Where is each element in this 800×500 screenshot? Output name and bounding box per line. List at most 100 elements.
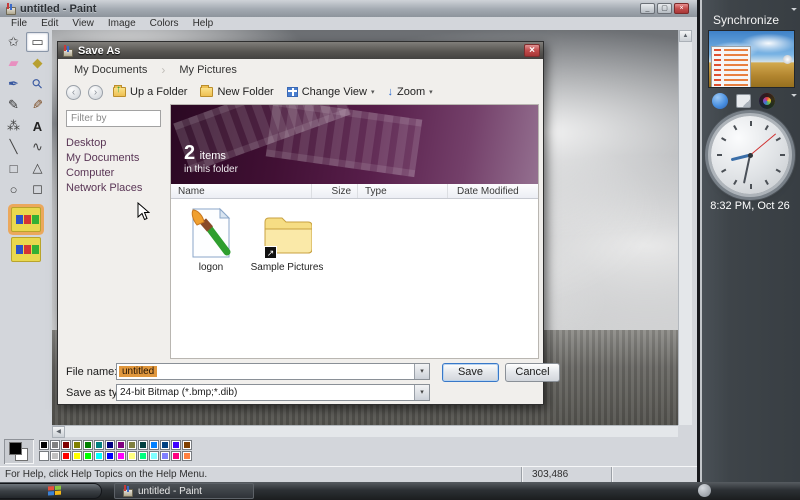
zoom-dropdown-icon[interactable]: ▾ bbox=[429, 88, 433, 96]
tool-option-2[interactable] bbox=[11, 237, 41, 262]
dialog-titlebar[interactable]: Save As × bbox=[58, 42, 543, 59]
color-swatch[interactable] bbox=[160, 440, 170, 450]
tool-airbrush-icon[interactable]: ⁂ bbox=[2, 116, 25, 136]
new-folder-button[interactable]: New Folder bbox=[197, 84, 276, 100]
color-swatch[interactable] bbox=[50, 451, 60, 461]
column-size[interactable]: Size bbox=[311, 184, 357, 198]
menu-colors[interactable]: Colors bbox=[143, 18, 186, 29]
color-swatch[interactable] bbox=[61, 451, 71, 461]
thumbnail-nav-button[interactable] bbox=[783, 55, 792, 64]
current-colors-indicator[interactable] bbox=[4, 439, 34, 464]
clock-gadget[interactable] bbox=[707, 112, 793, 198]
column-date-modified[interactable]: Date Modified bbox=[447, 184, 538, 198]
menu-help[interactable]: Help bbox=[186, 18, 221, 29]
place-computer[interactable]: Computer bbox=[66, 167, 142, 179]
save-as-type-dropdown-icon[interactable]: ▾ bbox=[414, 385, 429, 400]
color-swatch[interactable] bbox=[61, 440, 71, 450]
color-swatch[interactable] bbox=[116, 440, 126, 450]
tool-curve-icon[interactable]: ∿ bbox=[26, 137, 49, 157]
menu-file[interactable]: File bbox=[4, 18, 34, 29]
color-swatch[interactable] bbox=[149, 451, 159, 461]
dialog-close-icon[interactable]: × bbox=[524, 44, 540, 57]
tool-color-picker-icon[interactable]: ✒ bbox=[2, 74, 25, 94]
color-swatch[interactable] bbox=[138, 451, 148, 461]
taskbar-window-button[interactable]: untitled - Paint bbox=[114, 483, 254, 499]
paint-titlebar[interactable]: untitled - Paint _ ▢ × bbox=[0, 0, 697, 17]
file-name-combo[interactable]: untitled ▾ bbox=[116, 363, 430, 380]
column-name[interactable]: Name bbox=[171, 184, 311, 198]
tool-ellipse-icon[interactable]: ○ bbox=[2, 179, 25, 199]
up-a-folder-button[interactable]: ↑ Up a Folder bbox=[110, 84, 190, 100]
tool-brush-icon[interactable]: ✎ bbox=[26, 95, 49, 115]
color-swatch[interactable] bbox=[127, 440, 137, 450]
zoom-button[interactable]: ↓ Zoom ▾ bbox=[384, 84, 435, 100]
gadget-expand-icon[interactable] bbox=[791, 5, 797, 11]
gadget-expand-icon[interactable] bbox=[791, 91, 797, 97]
color-swatch[interactable] bbox=[72, 451, 82, 461]
place-desktop[interactable]: Desktop bbox=[66, 137, 142, 149]
filter-input[interactable] bbox=[66, 110, 161, 127]
color-swatch[interactable] bbox=[127, 451, 137, 461]
back-button[interactable]: ‹ bbox=[66, 85, 81, 100]
save-as-type-combo[interactable]: 24-bit Bitmap (*.bmp;*.dib) ▾ bbox=[116, 384, 430, 401]
color-swatch[interactable] bbox=[105, 440, 115, 450]
tool-polygon-icon[interactable]: △ bbox=[26, 158, 49, 178]
window-app-icon[interactable] bbox=[736, 94, 751, 108]
color-disc-app-icon[interactable] bbox=[759, 93, 775, 109]
color-swatch[interactable] bbox=[39, 451, 49, 461]
place-my-documents[interactable]: My Documents bbox=[66, 152, 142, 164]
color-swatch[interactable] bbox=[105, 451, 115, 461]
color-swatch[interactable] bbox=[94, 440, 104, 450]
color-swatch[interactable] bbox=[138, 440, 148, 450]
cancel-button[interactable]: Cancel bbox=[505, 363, 560, 382]
color-swatch[interactable] bbox=[171, 451, 181, 461]
color-swatch[interactable] bbox=[182, 440, 192, 450]
menu-view[interactable]: View bbox=[65, 18, 101, 29]
color-swatch[interactable] bbox=[116, 451, 126, 461]
slideshow-thumbnail[interactable] bbox=[708, 30, 795, 88]
tab-my-pictures[interactable]: My Pictures bbox=[173, 62, 242, 78]
color-swatch[interactable] bbox=[83, 451, 93, 461]
change-view-dropdown-icon[interactable]: ▾ bbox=[371, 88, 375, 96]
tool-rectangle-icon[interactable]: □ bbox=[2, 158, 25, 178]
close-button[interactable]: × bbox=[674, 3, 689, 14]
start-button[interactable] bbox=[0, 483, 102, 499]
color-swatch[interactable] bbox=[171, 440, 181, 450]
menu-edit[interactable]: Edit bbox=[34, 18, 65, 29]
scroll-up-button[interactable]: ▲ bbox=[679, 30, 692, 42]
tool-pencil-icon[interactable]: ✎ bbox=[2, 95, 25, 115]
file-item-sample-pictures[interactable]: ↗ Sample Pictures bbox=[249, 207, 325, 273]
tool-rounded-rectangle-icon[interactable]: ◻ bbox=[26, 179, 49, 199]
horizontal-scrollbar[interactable]: ◀ bbox=[52, 425, 678, 437]
vertical-scrollbar[interactable]: ▲ bbox=[678, 30, 692, 425]
file-name-dropdown-icon[interactable]: ▾ bbox=[414, 364, 429, 379]
file-name-value[interactable]: untitled bbox=[119, 366, 157, 377]
tool-text-icon[interactable]: A bbox=[26, 116, 49, 136]
tool-option-1[interactable] bbox=[11, 207, 41, 232]
color-swatch[interactable] bbox=[182, 451, 192, 461]
forward-button[interactable]: › bbox=[88, 85, 103, 100]
minimize-button[interactable]: _ bbox=[640, 3, 655, 14]
color-swatch[interactable] bbox=[160, 451, 170, 461]
column-type[interactable]: Type bbox=[357, 184, 447, 198]
tab-my-documents[interactable]: My Documents bbox=[68, 62, 153, 78]
tool-freeform-select-icon[interactable]: ✩ bbox=[2, 32, 25, 52]
file-item-logon[interactable]: logon bbox=[173, 207, 249, 273]
maximize-button[interactable]: ▢ bbox=[657, 3, 672, 14]
color-swatch[interactable] bbox=[50, 440, 60, 450]
tray-icon[interactable] bbox=[698, 484, 711, 497]
change-view-button[interactable]: Change View ▾ bbox=[284, 84, 378, 100]
save-button[interactable]: Save bbox=[442, 363, 499, 382]
tool-select-icon[interactable]: ▭ bbox=[26, 32, 49, 52]
tool-line-icon[interactable]: ╲ bbox=[2, 137, 25, 157]
color-swatch[interactable] bbox=[94, 451, 104, 461]
color-swatch[interactable] bbox=[72, 440, 82, 450]
color-swatch[interactable] bbox=[83, 440, 93, 450]
place-network-places[interactable]: Network Places bbox=[66, 182, 142, 194]
sphere-app-icon[interactable] bbox=[712, 93, 728, 109]
color-swatch[interactable] bbox=[39, 440, 49, 450]
tool-eraser-icon[interactable]: ▰ bbox=[2, 53, 25, 73]
menu-image[interactable]: Image bbox=[101, 18, 143, 29]
color-swatch[interactable] bbox=[149, 440, 159, 450]
scroll-left-button[interactable]: ◀ bbox=[52, 426, 65, 438]
